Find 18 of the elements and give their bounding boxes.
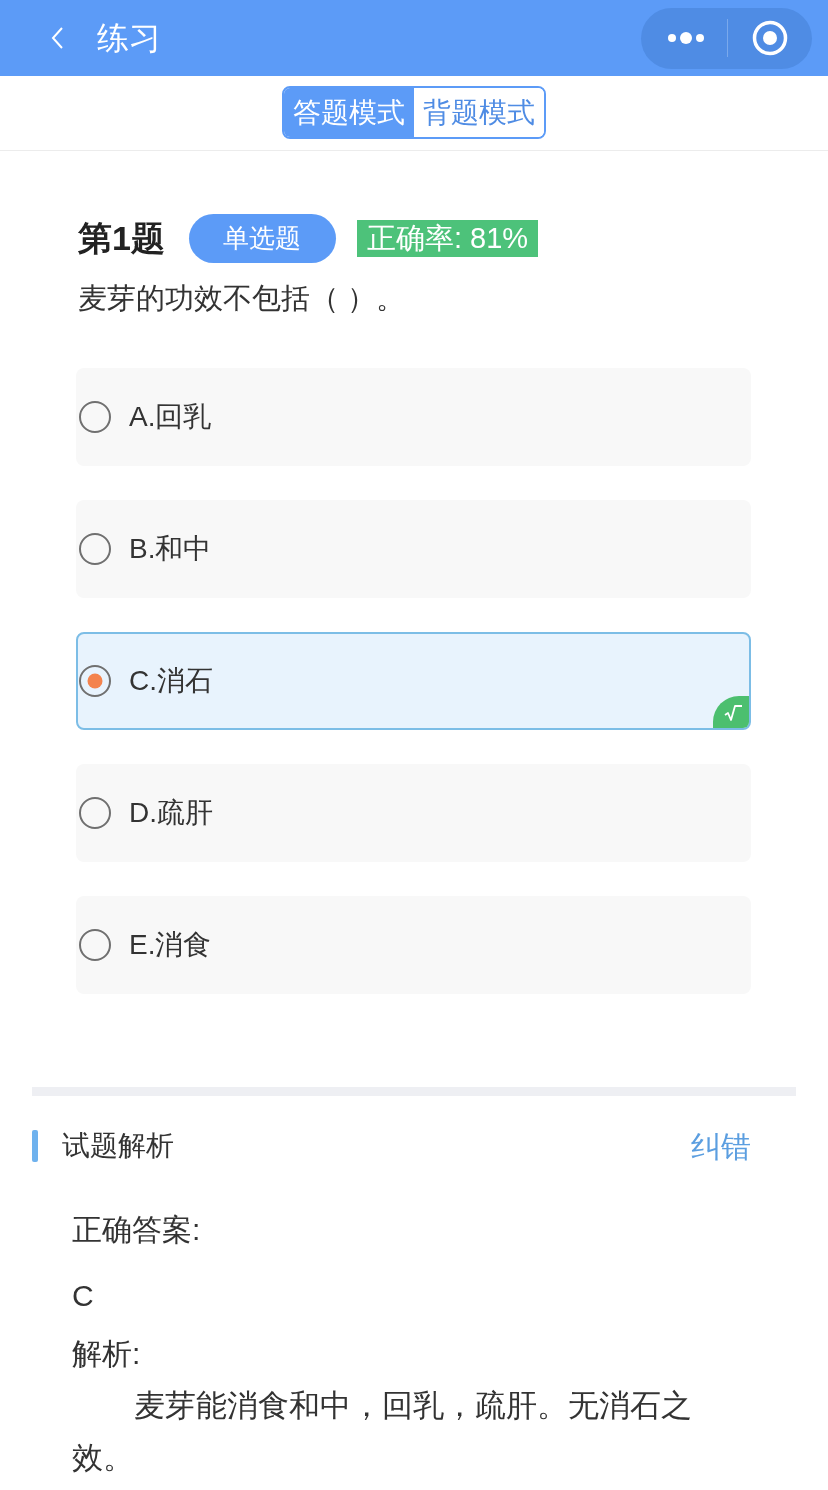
accuracy-badge: 正确率: 81% [356, 220, 539, 257]
target-icon[interactable] [752, 20, 788, 56]
question-number: 第1题 [78, 218, 165, 259]
page-title: 练习 [97, 19, 161, 58]
answer-option[interactable]: E.消食 [76, 896, 751, 994]
answer-option[interactable]: D.疏肝 [76, 764, 751, 862]
explanation-label: 解析: [72, 1336, 141, 1372]
answer-option[interactable]: A.回乳 [76, 368, 751, 466]
answer-value: C [72, 1278, 94, 1314]
question-text: 麦芽的功效不包括（ ）。 [78, 281, 406, 316]
section-title: 试题解析 [62, 1129, 174, 1163]
section-marker [32, 1130, 38, 1162]
answer-option[interactable]: B.和中 [76, 500, 751, 598]
answer-label: 正确答案: [72, 1212, 201, 1248]
answer-option[interactable]: C.消石 [76, 632, 751, 730]
question-type-badge: 单选题 [188, 214, 336, 263]
more-icon[interactable] [667, 31, 705, 45]
explanation-text: 麦芽能消食和中，回乳，疏肝。无消石之效。 [72, 1387, 693, 1477]
